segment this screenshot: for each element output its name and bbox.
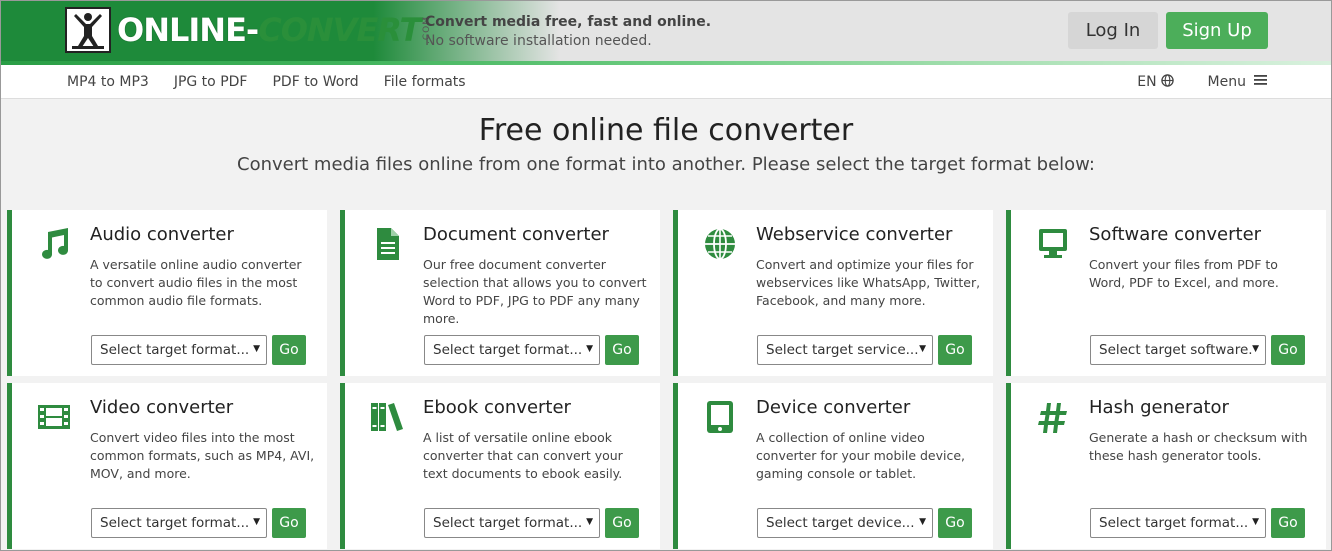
card-document-converter: Document converter Our free document con… [340,210,660,376]
logo-text: ONLINE-CONVERT [117,11,421,49]
logo[interactable]: ONLINE-CONVERT .COM [65,7,432,53]
go-button[interactable]: Go [938,335,972,365]
card-title: Device converter [756,397,911,418]
go-button[interactable]: Go [605,508,639,538]
go-button[interactable]: Go [1271,335,1305,365]
globe-small-icon [1160,73,1174,91]
card-title: Audio converter [90,224,234,245]
nav-link-jpg-to-pdf[interactable]: JPG to PDF [174,74,248,90]
target-format-select[interactable]: Select target format... ▼ [424,335,600,365]
target-format-select[interactable]: Select target format... ▼ [91,335,267,365]
card-description: Convert your files from PDF to Word, PDF… [1089,257,1279,290]
nav-link-file-formats[interactable]: File formats [384,74,466,90]
go-button[interactable]: Go [605,335,639,365]
logo-figure-icon [65,7,111,53]
login-button[interactable]: Log In [1068,12,1158,49]
card-video-converter: Video converter Convert video files into… [7,383,327,549]
hamburger-icon [1254,74,1267,90]
card-description: A versatile online audio converter to co… [90,257,302,308]
card-software-converter: Software converter Convert your files fr… [1006,210,1326,376]
page-subtitle: Convert media files online from one form… [237,154,1095,175]
signup-button[interactable]: Sign Up [1166,12,1268,49]
card-webservice-converter: Webservice converter Convert and optimiz… [673,210,993,376]
language-label: EN [1137,74,1157,90]
target-software-select[interactable]: Select target software. ▼ [1090,335,1266,365]
menu-button[interactable]: Menu [1208,74,1267,90]
top-nav: MP4 to MP3 JPG to PDF PDF to Word File f… [1,65,1331,99]
card-title: Hash generator [1089,397,1229,418]
card-audio-converter: Audio converter A versatile online audio… [7,210,327,376]
go-button[interactable]: Go [272,508,306,538]
language-selector[interactable]: EN [1137,73,1174,91]
go-button[interactable]: Go [1271,508,1305,538]
header: ONLINE-CONVERT .COM Convert media free, … [1,1,1331,65]
converter-grid: Audio converter A versatile online audio… [7,210,1327,549]
target-format-select[interactable]: Select target format... ▼ [1090,508,1266,538]
card-description: A list of versatile online ebook convert… [423,430,623,481]
tagline: Convert media free, fast and online. No … [425,13,711,51]
go-button[interactable]: Go [938,508,972,538]
target-device-select[interactable]: Select target device... ▼ [757,508,933,538]
tagline-primary: Convert media free, fast and online. [425,14,712,30]
target-format-select[interactable]: Select target format... ▼ [424,508,600,538]
document-icon [369,226,405,262]
card-title: Ebook converter [423,397,571,418]
target-service-select[interactable]: Select target service... ▼ [757,335,933,365]
go-button[interactable]: Go [272,335,306,365]
tagline-secondary: No software installation needed. [425,33,652,49]
card-description: Our free document converter selection th… [423,257,647,326]
card-description: A collection of online video converter f… [756,430,966,481]
card-ebook-converter: Ebook converter A list of versatile onli… [340,383,660,549]
card-title: Software converter [1089,224,1262,245]
card-title: Document converter [423,224,609,245]
monitor-icon [1035,226,1071,262]
film-icon [36,399,72,435]
menu-label: Menu [1207,74,1246,90]
card-hash-generator: Hash generator Generate a hash or checks… [1006,383,1326,549]
card-title: Video converter [90,397,234,418]
page-title: Free online file converter [478,113,854,148]
tablet-icon [702,399,738,435]
nav-link-pdf-to-word[interactable]: PDF to Word [272,74,358,90]
music-note-icon [36,226,72,262]
card-title: Webservice converter [756,224,953,245]
books-icon [369,399,405,435]
globe-icon [702,226,738,262]
nav-link-mp4-to-mp3[interactable]: MP4 to MP3 [67,74,149,90]
card-description: Generate a hash or checksum with these h… [1089,430,1308,463]
hash-icon [1035,399,1071,435]
card-description: Convert video files into the most common… [90,430,315,481]
target-format-select[interactable]: Select target format... ▼ [91,508,267,538]
card-device-converter: Device converter A collection of online … [673,383,993,549]
card-description: Convert and optimize your files for webs… [756,257,981,308]
